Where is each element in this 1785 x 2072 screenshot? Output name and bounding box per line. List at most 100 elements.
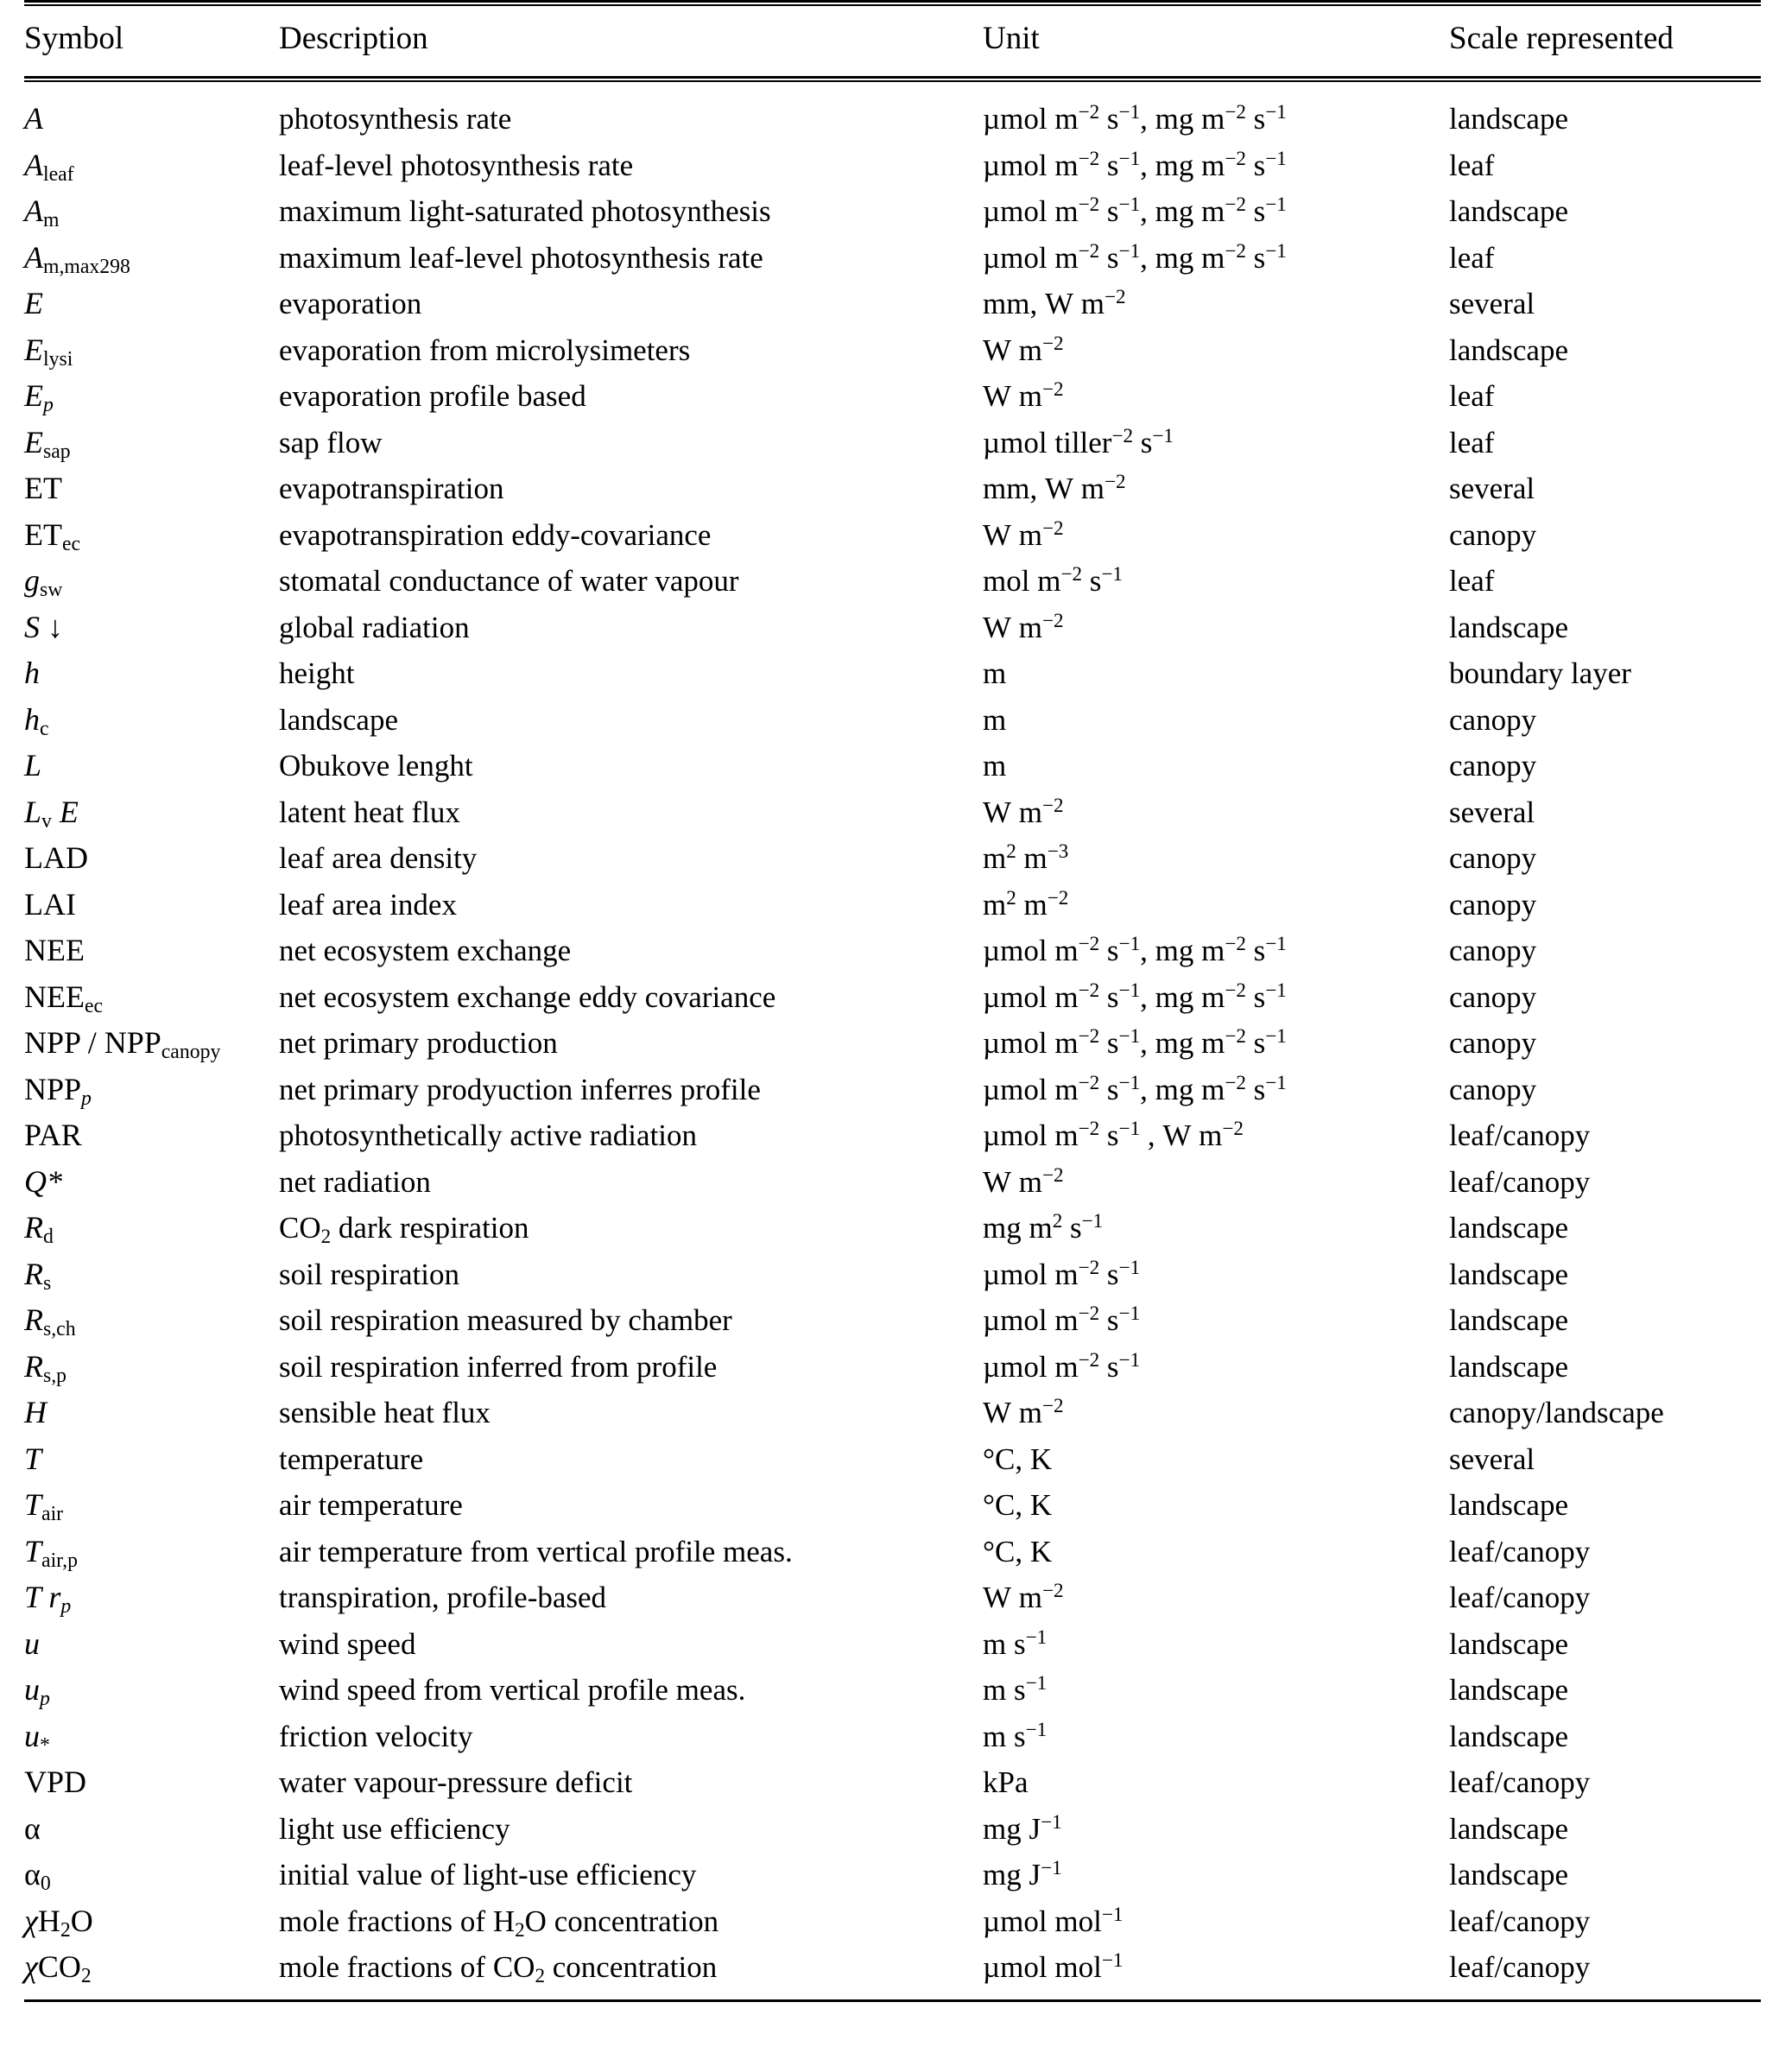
table-row: Elysi evaporation from microlysimeters W m…	[24, 327, 1761, 374]
cell-scale: boundary layer	[1449, 656, 1631, 690]
cell-symbol: Tair	[24, 1487, 64, 1526]
rule-top-row	[24, 0, 1761, 6]
cell-unit: W m−2	[983, 793, 1064, 829]
header-rule	[24, 76, 1761, 82]
cell-scale: canopy	[1449, 979, 1537, 1014]
cell-description: global radiation	[279, 610, 470, 644]
table-row: Am,max298 maximum leaf-level photosynthes…	[24, 235, 1761, 282]
cell-description: wind speed	[279, 1626, 416, 1661]
cell-symbol: LAD	[24, 840, 88, 875]
cell-description: sap flow	[279, 425, 383, 459]
cell-symbol: h	[24, 656, 40, 690]
cell-description: photosynthesis rate	[279, 102, 512, 136]
cell-scale: leaf	[1449, 379, 1495, 413]
cell-description: mole fractions of H2O concentration	[279, 1904, 719, 1941]
cell-symbol: hc	[24, 701, 49, 740]
cell-description: net primary prodyuction inferres profile	[279, 1072, 761, 1106]
cell-unit: °C, K	[983, 1488, 1053, 1522]
cell-symbol: H	[24, 1395, 47, 1429]
cell-unit: m	[983, 656, 1007, 690]
cell-scale: landscape	[1449, 1303, 1568, 1337]
table-row: Q* net radiation W m−2 leaf/canopy	[24, 1159, 1761, 1206]
cell-symbol: NEEec	[24, 979, 104, 1017]
table-row: Hsensible heat flux W m−2 canopy/landscape	[24, 1390, 1761, 1436]
cell-unit: µmol m−2 s−1 , W m−2	[983, 1117, 1244, 1152]
cell-description: stomatal conductance of water vapour	[279, 564, 739, 598]
cell-scale: canopy	[1449, 702, 1537, 737]
cell-symbol: α0	[24, 1857, 51, 1896]
table-row: Lv E latent heat flux W m−2 several	[24, 789, 1761, 836]
cell-description: initial value of light-use efficiency	[279, 1858, 697, 1891]
cell-symbol: Rs,ch	[24, 1302, 76, 1341]
cell-symbol: NPP / NPPcanopy	[24, 1025, 221, 1064]
cell-description: net ecosystem exchange	[279, 934, 572, 967]
table-row: h height m boundary layer	[24, 650, 1761, 697]
cell-symbol: A	[24, 101, 43, 136]
cell-scale: landscape	[1449, 1211, 1568, 1245]
cell-scale: leaf/canopy	[1449, 1950, 1591, 1984]
cell-description: water vapour-pressure deficit	[279, 1765, 633, 1799]
cell-symbol: ET	[24, 471, 62, 505]
cell-unit: mg J−1	[983, 1856, 1062, 1891]
cell-scale: leaf/canopy	[1449, 1904, 1591, 1938]
cell-unit: W m−2	[983, 377, 1064, 413]
cell-symbol: Lv E	[24, 794, 79, 833]
cell-description: maximum leaf-level photosynthesis rate	[279, 240, 763, 275]
cell-scale: landscape	[1449, 1488, 1568, 1522]
cell-symbol: α	[24, 1810, 41, 1846]
table-row: NEEec net ecosystem exchange eddy covaria…	[24, 974, 1761, 1021]
cell-scale: leaf	[1449, 148, 1495, 182]
cell-unit: m	[983, 749, 1007, 783]
cell-symbol: u	[24, 1625, 40, 1661]
table-row: NEE net ecosystem exchange µmol m−2 s−1, m…	[24, 928, 1761, 974]
cell-unit: W m−2	[983, 1394, 1064, 1429]
table-row: α0 initial value of light-use efficiency m…	[24, 1852, 1761, 1898]
cell-description: Obukove lenght	[279, 749, 473, 783]
cell-symbol: up	[24, 1672, 50, 1711]
cell-symbol: L	[24, 748, 42, 783]
cell-unit: µmol m−2 s−1, mg m−2 s−1	[983, 193, 1287, 228]
bottom-rule	[24, 1999, 1761, 2003]
cell-description: leaf area density	[279, 841, 478, 875]
cell-unit: °C, K	[983, 1534, 1053, 1568]
table-row: LAD leaf area density m2 m−3 canopy	[24, 835, 1761, 882]
cell-symbol: ETec	[24, 516, 81, 555]
cell-unit: mg m2 s−1	[983, 1209, 1104, 1245]
table-row: Rd CO2 dark respiration mg m2 s−1 landscape	[24, 1205, 1761, 1251]
cell-symbol: Am	[24, 193, 60, 232]
cell-scale: several	[1449, 472, 1535, 505]
cell-scale: landscape	[1449, 610, 1568, 644]
cell-description: leaf-level photosynthesis rate	[279, 148, 634, 182]
cell-scale: leaf/canopy	[1449, 1765, 1591, 1799]
cell-description: friction velocity	[279, 1719, 473, 1753]
cell-scale: landscape	[1449, 194, 1568, 228]
cell-scale: landscape	[1449, 1673, 1568, 1707]
cell-symbol: gsw	[24, 563, 63, 602]
cell-unit: µmol mol−1	[983, 1902, 1124, 1938]
cell-description: transpiration, profile-based	[279, 1581, 607, 1614]
column-header-symbol: Symbol	[24, 21, 124, 56]
cell-scale: canopy	[1449, 1072, 1537, 1106]
table-row: ETec evapotranspiration eddy-covariance W …	[24, 512, 1761, 559]
cell-unit: W m−2	[983, 1163, 1064, 1199]
table-row: hc landscape m canopy	[24, 697, 1761, 744]
cell-scale: landscape	[1449, 1257, 1568, 1291]
cell-unit: m2 m−2	[983, 885, 1069, 922]
cell-unit: W m−2	[983, 608, 1064, 644]
column-header-description: Description	[279, 21, 428, 56]
cell-scale: landscape	[1449, 1858, 1568, 1891]
table-sheet: Symbol Description Unit Scale represente…	[0, 0, 1785, 2072]
cell-unit: µmol m−2 s−1, mg m−2 s−1	[983, 1070, 1287, 1106]
cell-description: CO2 dark respiration	[279, 1211, 529, 1247]
cell-symbol: S ↓	[24, 609, 63, 644]
table-row: Ep evaporation profile based W m−2 leaf	[24, 373, 1761, 420]
table-row: Ttemperature °C, K several	[24, 1436, 1761, 1483]
cell-scale: landscape	[1449, 333, 1568, 367]
cell-unit: W m−2	[983, 516, 1064, 552]
cell-description: net ecosystem exchange eddy covariance	[279, 979, 776, 1014]
table-row: NPP / NPPcanopy net primary production µmo…	[24, 1020, 1761, 1067]
cell-description: wind speed from vertical profile meas.	[279, 1673, 746, 1707]
cell-unit: µmol mol−1	[983, 1948, 1124, 1984]
cell-description: net primary production	[279, 1026, 558, 1060]
cell-scale: canopy	[1449, 934, 1537, 967]
